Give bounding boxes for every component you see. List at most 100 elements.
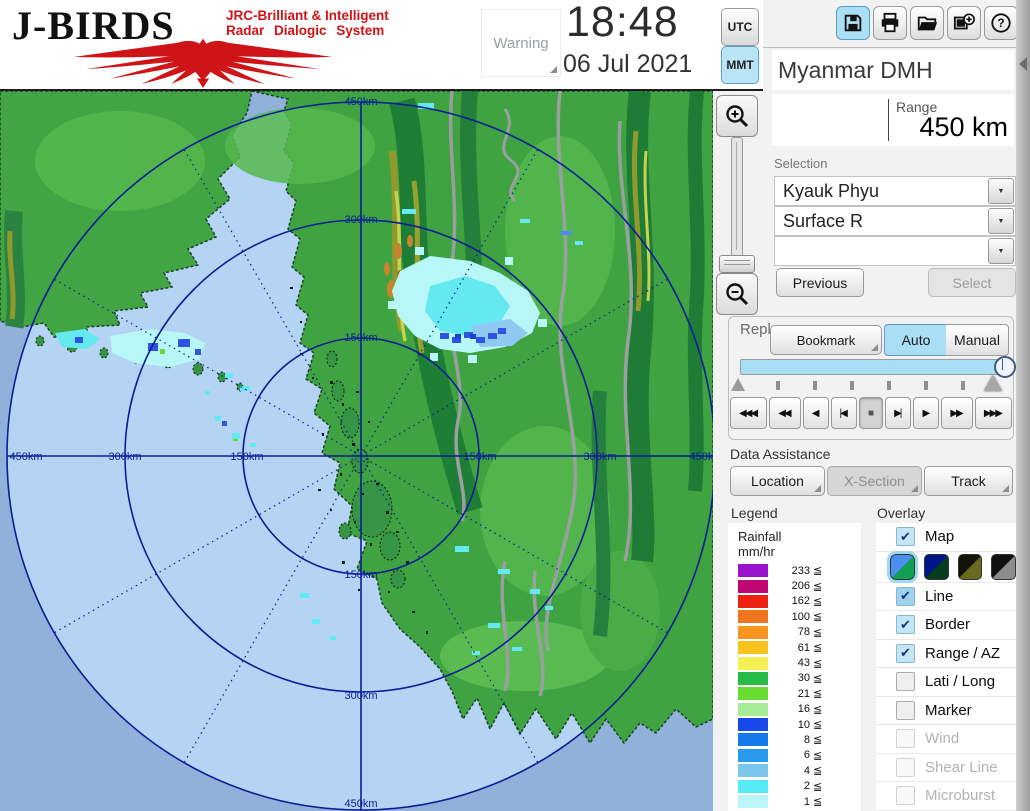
ring-label-150-right: 150km [463, 451, 496, 463]
checkbox-unchecked-icon[interactable] [896, 672, 915, 692]
warning-button[interactable]: Warning [482, 10, 560, 76]
checkbox-checked-icon[interactable]: ✔ [896, 643, 915, 663]
replay-auto-button[interactable]: Auto [884, 324, 948, 356]
option-dropdown[interactable] [774, 236, 1016, 266]
legend-row: 206 ≦ [728, 578, 861, 593]
legend-swatch [738, 671, 768, 685]
step-forward-button[interactable]: ▶| [885, 397, 912, 429]
add-snapshot-icon[interactable] [947, 6, 981, 40]
legend-row: 30 ≦ [728, 671, 861, 686]
select-button[interactable]: Select [928, 268, 1016, 297]
step-back-button[interactable]: |◀ [830, 397, 857, 429]
legend-row: 10 ≦ [728, 717, 861, 732]
zoom-out-button[interactable] [716, 273, 758, 315]
logo-subtitle: JRC-Brilliant & Intelligent Radar Dialog… [226, 8, 389, 38]
map-style-black-olive[interactable] [957, 553, 983, 580]
timeline-tick [776, 381, 780, 390]
station-display: Myanmar DMH [772, 50, 1014, 90]
legend-row: 4 ≦ [728, 763, 861, 778]
ring-label-450-top: 450km [344, 96, 377, 108]
replay-manual-button[interactable]: Manual [946, 324, 1009, 356]
legend-row: 16 ≦ [728, 702, 861, 717]
overlay-item-lati-long[interactable]: Lati / Long [876, 668, 1016, 697]
toolbar: ? [836, 6, 1018, 40]
rewind-fast-button[interactable]: ◀◀◀ [730, 397, 768, 429]
legend-row: 233 ≦ [728, 563, 861, 578]
range-display: Range 450 km [772, 94, 1014, 146]
checkbox-disabled-icon [896, 757, 915, 777]
print-icon[interactable] [873, 6, 907, 40]
legend-swatch [738, 625, 768, 639]
legend-swatch [738, 748, 768, 762]
overlay-item-border[interactable]: ✔ Border [876, 611, 1016, 640]
legend-swatch [738, 579, 768, 593]
save-icon[interactable] [836, 6, 870, 40]
timezone-utc-button[interactable]: UTC [721, 8, 759, 46]
zoom-in-button[interactable] [716, 95, 758, 137]
overlay-item-map[interactable]: ✔ Map [876, 523, 1016, 552]
chevron-down-icon[interactable] [988, 178, 1014, 204]
selection-label: Selection [774, 156, 828, 171]
track-button[interactable]: Track [924, 466, 1013, 496]
range-divider [888, 99, 889, 141]
product-dropdown[interactable]: Surface R [774, 206, 1016, 236]
overlay-item-wind: Wind [876, 725, 1016, 754]
header: J-BIRDS JRC-Brilliant & Intelligent Rada… [0, 0, 763, 91]
collapse-panel-icon[interactable] [1019, 57, 1027, 71]
checkbox-disabled-icon [896, 729, 915, 749]
legend-title: Legend [731, 505, 778, 521]
timezone-mmt-button[interactable]: MMT [721, 46, 759, 84]
checkbox-checked-icon[interactable]: ✔ [896, 615, 915, 635]
play-button[interactable]: ▶ [913, 397, 940, 429]
map-style-navy-darkgreen[interactable] [923, 553, 949, 580]
checkbox-checked-icon[interactable]: ✔ [896, 586, 915, 606]
zoom-slider-track[interactable] [731, 137, 743, 257]
overlay-item-marker[interactable]: Marker [876, 697, 1016, 725]
station-name: Myanmar DMH [778, 56, 933, 83]
bookmark-button[interactable]: Bookmark [770, 325, 882, 355]
checkbox-unchecked-icon[interactable] [896, 700, 915, 720]
chevron-down-icon[interactable] [988, 238, 1014, 264]
overlay-item-line[interactable]: ✔ Line [876, 583, 1016, 611]
station-dropdown[interactable]: Kyauk Phyu [774, 176, 1016, 206]
timeline-start-marker[interactable] [731, 378, 745, 391]
map-style-black-gray[interactable] [991, 553, 1016, 580]
legend-swatch [738, 594, 768, 608]
legend-swatch [738, 564, 768, 578]
ring-label-450-right: 450km [689, 451, 713, 463]
play-reverse-button[interactable]: ◀ [802, 397, 829, 429]
map-style-blue-green[interactable] [887, 550, 918, 583]
help-icon[interactable]: ? [984, 6, 1018, 40]
checkbox-checked-icon[interactable]: ✔ [896, 527, 915, 547]
rewind-button[interactable]: ◀◀ [769, 397, 801, 429]
open-folder-icon[interactable] [910, 6, 944, 40]
overlay-item-range-az[interactable]: ✔ Range / AZ [876, 640, 1016, 668]
overlay-item-shear-line: Shear Line [876, 754, 1016, 782]
zoom-slider-handle[interactable] [719, 255, 755, 273]
legend-swatch [738, 702, 768, 716]
legend-row: 2 ≦ [728, 778, 861, 793]
legend-row: 1 ≦ [728, 794, 861, 809]
replay-timeline-track[interactable] [740, 359, 1010, 375]
previous-button[interactable]: Previous [776, 268, 864, 297]
timeline-tick [813, 381, 817, 390]
stop-button[interactable]: ■ [858, 397, 884, 429]
playback-controls: ◀◀◀ ◀◀ ◀ |◀ ■ ▶| ▶ ▶▶ ▶▶▶ [730, 397, 1012, 429]
panel-scroll-edge[interactable] [1016, 0, 1030, 811]
range-value: 450 km [919, 112, 1008, 142]
legend-row: 61 ≦ [728, 640, 861, 655]
checkbox-disabled-icon [896, 786, 915, 806]
location-button[interactable]: Location [730, 466, 825, 496]
radar-map[interactable]: 450km 300km 150km 150km 300km 450km 450k… [0, 89, 723, 811]
legend-swatch [738, 795, 768, 809]
ring-label-150-top: 150km [344, 332, 377, 344]
legend-row: 100 ≦ [728, 609, 861, 624]
x-section-button[interactable]: X-Section [827, 466, 922, 496]
legend-swatch [738, 764, 768, 778]
chevron-down-icon[interactable] [988, 208, 1014, 234]
ring-label-150-left: 150km [230, 451, 263, 463]
timeline-end-marker[interactable] [984, 375, 1002, 391]
forward-button[interactable]: ▶▶ [941, 397, 973, 429]
forward-fast-button[interactable]: ▶▶▶ [974, 397, 1012, 429]
legend-row: 6 ≦ [728, 748, 861, 763]
